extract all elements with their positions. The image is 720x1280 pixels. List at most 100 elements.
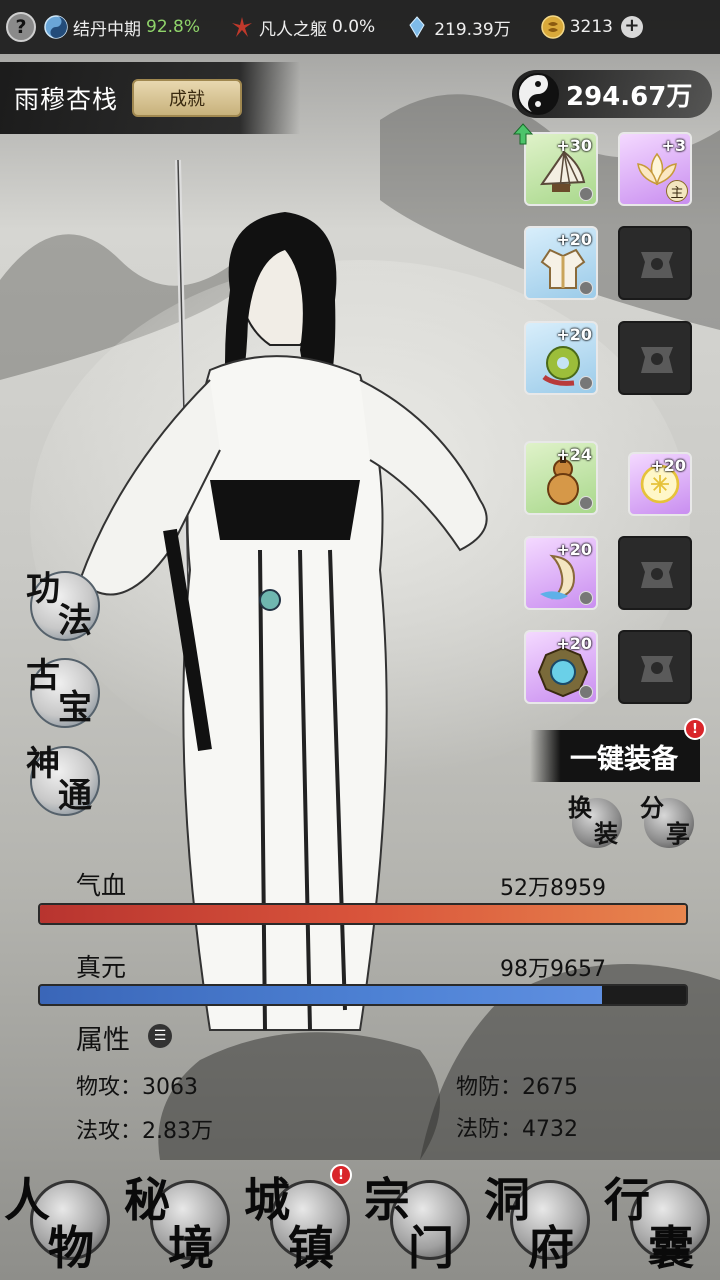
notification-badge: ! — [684, 718, 706, 740]
taiji-icon — [517, 73, 559, 115]
swap-gear-button[interactable]: 换 装 — [566, 792, 624, 850]
main-artifact-tag: 主 — [666, 180, 688, 202]
gold-count: 3213 — [569, 17, 613, 37]
lock-icon — [579, 281, 593, 295]
help-button[interactable]: ? — [6, 12, 36, 42]
hp-bar-fill — [40, 905, 686, 923]
lock-icon — [579, 591, 593, 605]
equipment-slot-gourd[interactable]: +24 — [524, 441, 598, 515]
upgrade-arrow-icon — [512, 123, 534, 145]
magic-defense: 法防：4732 — [456, 1117, 578, 1142]
nav-char: 府 — [528, 1221, 574, 1275]
slot-level: +30 — [556, 136, 592, 155]
slot-level: +20 — [556, 634, 592, 653]
location-name: 雨穆杏栈 — [14, 85, 119, 114]
button-char: 法 — [58, 601, 92, 641]
nav-char: 镇 — [288, 1221, 334, 1275]
body-stat[interactable]: 凡人之躯 0.0% — [230, 15, 375, 40]
equipment-slot-artifact[interactable]: +3 主 — [618, 132, 692, 206]
realm-progress: 92.8% — [146, 17, 201, 37]
spirit-stone-icon — [409, 16, 425, 38]
nav-char: 门 — [408, 1221, 454, 1275]
list-icon[interactable]: ☰ — [148, 1024, 172, 1048]
equipment-slot-empty[interactable] — [618, 226, 692, 300]
notification-badge: ! — [330, 1164, 352, 1186]
button-char: 宝 — [58, 688, 92, 728]
equipment-slot-mirror[interactable]: +20 — [524, 630, 598, 704]
slot-level: +20 — [556, 325, 592, 344]
equipment-slot-empty[interactable] — [618, 630, 692, 704]
bottom-navigation: 人 物 秘 境 城 镇 ! 宗 门 洞 府 行 囊 — [0, 1160, 720, 1280]
top-status-bar: ? 结丹中期 92.8% 凡人之躯 0.0% 219.39万 3213 + — [0, 0, 720, 54]
nav-char: 行 — [604, 1173, 650, 1227]
button-char: 古 — [26, 656, 60, 696]
yin-yang-icon — [44, 15, 68, 39]
spirit-stone-count: 219.39万 — [434, 19, 511, 40]
mp-label: 真元 — [76, 953, 127, 982]
spirit-stone-stat[interactable]: 219.39万 — [405, 15, 511, 40]
empty-slot-icon — [641, 656, 673, 682]
nav-inventory[interactable]: 行 囊 — [600, 1160, 720, 1280]
achievement-button[interactable]: 成就 — [132, 79, 243, 117]
nav-char: 宗 — [364, 1173, 410, 1227]
physical-attack: 物攻：3063 — [76, 1075, 198, 1100]
one-key-equip-button[interactable]: 一键装备 — [530, 730, 700, 782]
magic-attack: 法攻：2.83万 — [76, 1119, 213, 1144]
slot-level: +20 — [556, 540, 592, 559]
empty-slot-icon — [641, 252, 673, 278]
button-char: 装 — [594, 819, 618, 848]
slot-level: +20 — [650, 456, 686, 475]
slot-level: +3 — [661, 136, 686, 155]
lock-icon — [579, 187, 593, 201]
mp-value: 98万9657 — [500, 957, 606, 982]
button-char: 换 — [568, 793, 592, 822]
equipment-slot-talisman[interactable]: +20 — [628, 452, 692, 516]
body-stage: 凡人之躯 — [259, 19, 328, 40]
equipment-slot-scroll[interactable]: +20 — [524, 536, 598, 610]
gold-coin-icon — [540, 15, 565, 39]
equipment-slot-weapon[interactable]: +30 — [524, 132, 598, 206]
nav-cave-abode[interactable]: 洞 府 — [480, 1160, 600, 1280]
nav-char: 秘 — [124, 1173, 170, 1227]
mp-bar-fill — [40, 986, 603, 1004]
nav-char: 物 — [48, 1221, 94, 1275]
nav-town[interactable]: 城 镇 ! — [240, 1160, 360, 1280]
body-progress: 0.0% — [332, 17, 376, 37]
gold-stat[interactable]: 3213 — [540, 15, 613, 39]
nav-char: 境 — [168, 1221, 214, 1275]
location-banner: 雨穆杏栈 成就 — [0, 62, 300, 134]
hp-value: 52万8959 — [500, 876, 606, 901]
ancient-treasure-button[interactable]: 古 宝 — [26, 652, 106, 732]
nav-char: 洞 — [484, 1173, 530, 1227]
attributes-title: 属性 — [76, 1025, 130, 1056]
hp-label: 气血 — [76, 871, 127, 900]
combat-power: 294.67万 — [512, 70, 712, 118]
hp-bar — [38, 903, 688, 925]
nav-secret-realm[interactable]: 秘 境 — [120, 1160, 240, 1280]
equipment-slot-accessory[interactable]: +20 — [524, 321, 598, 395]
empty-slot-icon — [641, 347, 673, 373]
share-button[interactable]: 分 享 — [638, 792, 696, 850]
realm-name: 结丹中期 — [73, 19, 141, 40]
slot-level: +20 — [556, 230, 592, 249]
divine-ability-button[interactable]: 神 通 — [26, 740, 106, 820]
nav-char: 城 — [244, 1173, 290, 1227]
button-char: 神 — [26, 744, 60, 784]
equipment-slot-empty[interactable] — [618, 321, 692, 395]
nav-char: 人 — [4, 1173, 50, 1227]
empty-slot-icon — [641, 562, 673, 588]
realm-stat[interactable]: 结丹中期 92.8% — [44, 15, 200, 40]
flame-sigil-icon — [232, 17, 253, 37]
nav-sect[interactable]: 宗 门 — [360, 1160, 480, 1280]
lock-icon — [579, 376, 593, 390]
equipment-slot-armor[interactable]: +20 — [524, 226, 598, 300]
lock-icon — [579, 496, 593, 510]
add-gold-button[interactable]: + — [620, 16, 643, 38]
cultivation-method-button[interactable]: 功 法 — [26, 565, 106, 645]
equipment-slot-empty[interactable] — [618, 536, 692, 610]
button-char: 分 — [640, 793, 664, 822]
nav-char: 囊 — [648, 1221, 694, 1275]
button-char: 功 — [26, 569, 60, 609]
nav-character[interactable]: 人 物 — [0, 1160, 120, 1280]
combat-power-value: 294.67万 — [566, 81, 693, 112]
